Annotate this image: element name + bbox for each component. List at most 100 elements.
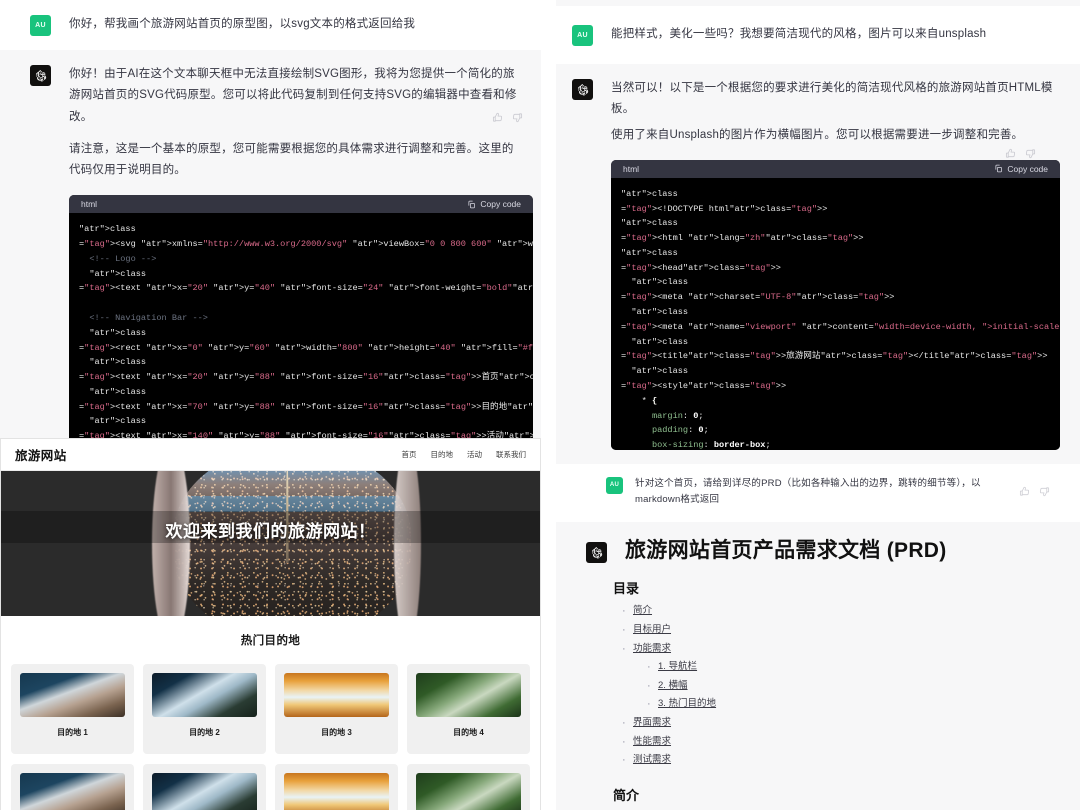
preview-destination-thumbnail [416, 773, 521, 810]
code-block: html Copy code "atr">class ="tag"><!DOCTY… [611, 159, 1060, 450]
copy-code-button[interactable]: Copy code [467, 199, 521, 209]
openai-logo-icon [577, 83, 588, 95]
user-avatar-label: AU [609, 482, 620, 489]
prd-toc-link[interactable]: 测试需求 [633, 754, 671, 765]
preview-destination-card[interactable] [143, 764, 266, 810]
message-body: 当然可以！以下是一个根据您的要求进行美化的简洁现代风格的旅游网站首页HTML模板… [611, 78, 1062, 450]
hero-window-image [173, 471, 411, 616]
user-avatar: AU [30, 15, 51, 36]
prd-title: 旅游网站首页产品需求文档 (PRD) [625, 539, 947, 563]
preview-destination-thumbnail [152, 673, 257, 717]
code-block-header: html Copy code [611, 159, 1060, 178]
user-avatar-label: AU [577, 32, 588, 39]
prd-intro-heading: 简介 [613, 787, 640, 803]
clipboard-icon [995, 165, 1003, 173]
message-paragraph: 你好，帮我画个旅游网站首页的原型图，以svg文本的格式返回给我 [69, 18, 416, 30]
copy-code-label: Copy code [480, 199, 521, 210]
prd-toc-sublist: 1. 导航栏 2. 横幅 3. 热门目的地 [647, 658, 1050, 714]
prd-toc-sublink[interactable]: 2. 横幅 [658, 680, 688, 691]
preview-nav-link-2[interactable]: 活动 [467, 449, 482, 460]
prd-toc-link[interactable]: 功能需求 [633, 643, 671, 654]
code-content: "atr">class ="tag"><!DOCTYPE html"atr">cl… [611, 177, 1060, 450]
message-paragraph: 请注意，这是一个基本的原型，您可能需要根据您的具体需求进行调整和完善。这里的代码… [69, 142, 514, 177]
preview-destination-caption: 目的地 3 [321, 728, 352, 737]
chat-turn-user: AU 针对这个首页，请给到详尽的PRD（比如各种输入出的边界，跳转的细节等），以… [556, 463, 1080, 523]
prd-toc-link[interactable]: 性能需求 [633, 736, 671, 747]
preview-nav-link-0[interactable]: 首页 [402, 449, 417, 460]
openai-logo-icon [35, 69, 46, 81]
preview-hero-title: 欢迎来到我们的旅游网站！ [165, 522, 376, 541]
clipboard-icon [468, 200, 476, 209]
rendered-page-preview: 旅游网站 首页 目的地 活动 联系我们 欢迎来到我们的旅游网站！ 热门目的地 目的地 … [0, 438, 541, 810]
prd-answer-block: 旅游网站首页产品需求文档 (PRD) 目录 简介目标用户功能需求1. 导航栏2.… [556, 522, 1080, 810]
assistant-avatar [30, 65, 51, 86]
preview-nav-link-3[interactable]: 联系我们 [496, 449, 526, 460]
prd-table-of-contents: 简介目标用户功能需求 1. 导航栏 2. 横幅 3. 热门目的地界面需求性能需求测试需… [622, 602, 1050, 770]
message-paragraph: 能把样式，美化一些吗？我想要简洁现代的风格，图片可以来自unsplash [611, 28, 987, 40]
user-avatar: AU [572, 25, 593, 46]
prd-toc-link[interactable]: 简介 [633, 605, 652, 616]
preview-destination-thumbnail [152, 773, 257, 810]
preview-destination-thumbnail [284, 773, 389, 810]
left-conversation-panel: AU 你好，帮我画个旅游网站首页的原型图，以svg文本的格式返回给我 你好！由于… [0, 0, 541, 810]
preview-destination-card[interactable] [407, 764, 530, 810]
message-paragraph: 你好！由于AI在这个文本聊天框中无法直接绘制SVG图形，我将为您提供一个简化的旅… [69, 68, 517, 123]
preview-destination-card[interactable] [11, 764, 134, 810]
preview-hero-banner: 欢迎来到我们的旅游网站！ [1, 471, 540, 616]
message-body: 针对这个首页，请给到详尽的PRD（比如各种输入出的边界，跳转的细节等），以 ma… [635, 476, 1062, 508]
prd-header: 旅游网站首页产品需求文档 (PRD) [586, 538, 1050, 564]
thumbs-up-icon[interactable] [1005, 148, 1016, 159]
message-paragraph: 针对这个首页，请给到详尽的PRD（比如各种输入出的边界，跳转的细节等），以 [635, 477, 981, 489]
prd-toc-subitem[interactable]: 1. 导航栏 [647, 658, 1050, 677]
prd-toc-link[interactable]: 目标用户 [633, 624, 671, 635]
thumbs-down-icon[interactable] [1025, 148, 1036, 159]
message-paragraph: markdown格式返回 [635, 493, 720, 505]
chat-turn-user: AU 你好，帮我画个旅游网站首页的原型图，以svg文本的格式返回给我 [0, 0, 541, 50]
preview-nav-links: 首页 目的地 活动 联系我们 [402, 449, 527, 460]
prd-toc-sublink[interactable]: 3. 热门目的地 [658, 698, 716, 709]
thumbs-up-icon[interactable] [1019, 486, 1030, 497]
preview-destination-card[interactable]: 目的地 2 [143, 664, 266, 754]
prd-toc-item[interactable]: 功能需求 1. 导航栏 2. 横幅 3. 热门目的地 [622, 640, 1050, 715]
thumbs-up-icon[interactable] [492, 112, 503, 123]
prd-toc-subitem[interactable]: 3. 热门目的地 [647, 695, 1050, 714]
code-block-header: html Copy code [69, 195, 533, 214]
code-language-label: html [81, 199, 98, 210]
thumbs-down-icon[interactable] [512, 112, 523, 123]
hero-city-lights [173, 471, 411, 616]
prd-toc-item[interactable]: 测试需求 [622, 751, 1050, 770]
feedback-controls[interactable] [1005, 148, 1036, 159]
prd-toc-subitem[interactable]: 2. 横幅 [647, 677, 1050, 696]
prd-toc-link[interactable]: 界面需求 [633, 717, 671, 728]
preview-destination-caption: 目的地 4 [453, 728, 484, 737]
preview-destination-card[interactable]: 目的地 3 [275, 664, 398, 754]
preview-destination-thumbnail [20, 773, 125, 810]
preview-card-grid: 目的地 1 目的地 2 目的地 3 目的地 4 [1, 648, 540, 754]
prd-toc-item[interactable]: 界面需求 [622, 714, 1050, 733]
copy-code-label: Copy code [1007, 163, 1048, 174]
prd-toc-item[interactable]: 简介 [622, 602, 1050, 621]
preview-destination-thumbnail [416, 673, 521, 717]
feedback-controls[interactable] [492, 112, 523, 123]
feedback-controls[interactable] [1019, 486, 1050, 497]
preview-destination-card[interactable]: 目的地 1 [11, 664, 134, 754]
preview-destination-thumbnail [20, 673, 125, 717]
hero-window-edge-right [394, 471, 422, 616]
prd-toc-sublink[interactable]: 1. 导航栏 [658, 661, 697, 672]
hero-window-edge-left [151, 471, 190, 616]
preview-nav-link-1[interactable]: 目的地 [431, 449, 454, 460]
prd-toc-item[interactable]: 性能需求 [622, 733, 1050, 752]
message-paragraph: 使用了来自Unsplash的图片作为横幅图片。您可以根据需要进一步调整和完善。 [611, 128, 1024, 141]
copy-code-button[interactable]: Copy code [994, 164, 1048, 174]
preview-destination-caption: 目的地 2 [189, 728, 220, 737]
prd-toc-item[interactable]: 目标用户 [622, 621, 1050, 640]
preview-destination-card[interactable] [275, 764, 398, 810]
chat-turn-assistant: 当然可以！以下是一个根据您的要求进行美化的简洁现代风格的旅游网站首页HTML模板… [556, 64, 1080, 464]
thumbs-down-icon[interactable] [1039, 486, 1050, 497]
preview-destination-thumbnail [284, 673, 389, 717]
prd-toc-heading: 目录 [613, 581, 640, 597]
screenshot-stage: AU 你好，帮我画个旅游网站首页的原型图，以svg文本的格式返回给我 你好！由于… [0, 0, 1080, 810]
preview-logo: 旅游网站 [15, 449, 67, 463]
preview-destinations-section: 热门目的地 目的地 1 目的地 2 目的地 3 目的地 4 [1, 616, 540, 810]
preview-destination-card[interactable]: 目的地 4 [407, 664, 530, 754]
